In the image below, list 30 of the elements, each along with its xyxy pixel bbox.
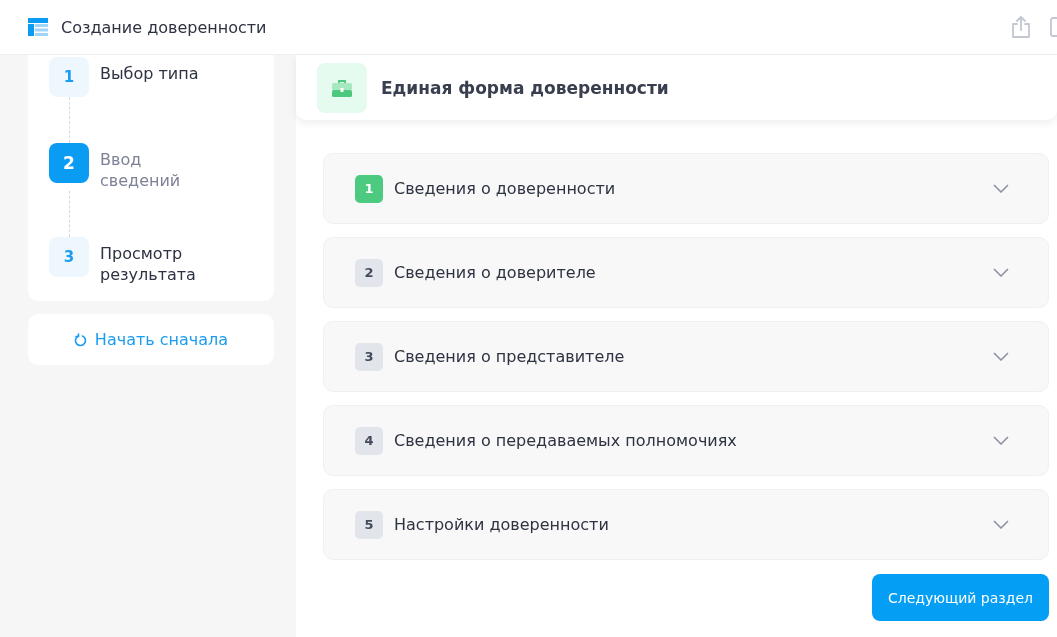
section-title: Сведения о доверителе xyxy=(394,263,596,282)
accordion-section[interactable]: 4 Сведения о передаваемых полномочиях xyxy=(323,405,1049,476)
accordion-section[interactable]: 5 Настройки доверенности xyxy=(323,489,1049,560)
chevron-down-icon[interactable] xyxy=(993,352,1009,361)
form-title: Единая форма доверенности xyxy=(381,77,669,98)
section-number: 3 xyxy=(355,342,383,371)
chevron-down-icon[interactable] xyxy=(993,436,1009,445)
section-title: Сведения о передаваемых полномочиях xyxy=(394,431,737,450)
table-icon xyxy=(28,18,48,36)
refresh-icon xyxy=(73,332,87,347)
step-label[interactable]: Просмотр результата xyxy=(100,243,220,285)
chevron-down-icon[interactable] xyxy=(993,268,1009,277)
accordion-section[interactable]: 2 Сведения о доверителе xyxy=(323,237,1049,308)
page-title: Создание доверенности xyxy=(61,17,267,37)
section-number: 4 xyxy=(355,426,383,455)
step-label[interactable]: Ввод сведений xyxy=(100,149,220,191)
chevron-down-icon[interactable] xyxy=(993,520,1009,529)
section-number: 5 xyxy=(355,510,383,539)
chevron-down-icon[interactable] xyxy=(993,184,1009,193)
accordion-section[interactable]: 1 Сведения о доверенности xyxy=(323,153,1049,224)
section-title: Сведения о представителе xyxy=(394,347,625,366)
briefcase-icon xyxy=(317,62,367,113)
document-icon[interactable] xyxy=(1050,16,1057,38)
section-number: 1 xyxy=(355,174,383,203)
step-label[interactable]: Выбор типа xyxy=(100,63,220,84)
section-number: 2 xyxy=(355,258,383,287)
section-title: Настройки доверенности xyxy=(394,515,609,534)
share-icon[interactable] xyxy=(1009,15,1033,39)
accordion-section[interactable]: 3 Сведения о представителе xyxy=(323,321,1049,392)
section-title: Сведения о доверенности xyxy=(394,179,616,198)
